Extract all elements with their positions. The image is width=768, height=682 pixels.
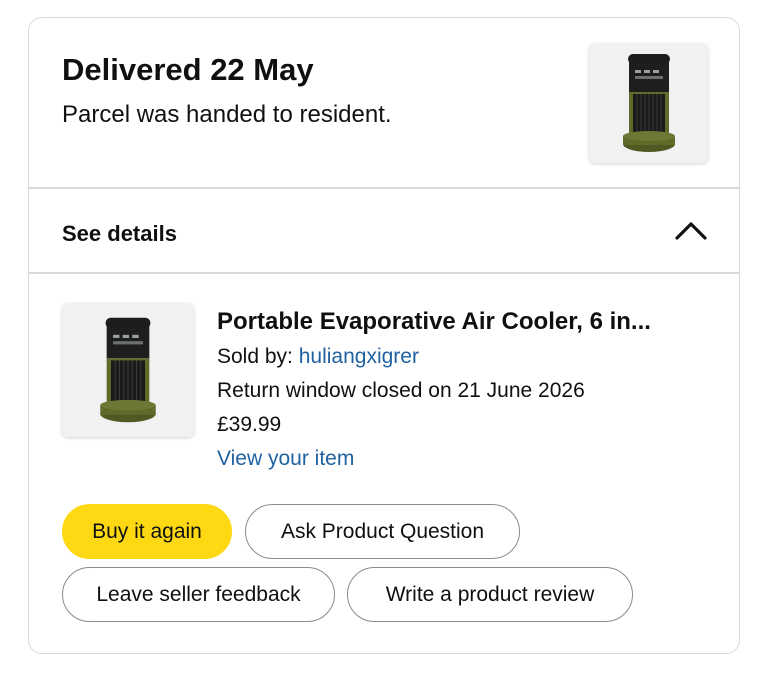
- chevron-up-icon[interactable]: [673, 215, 709, 245]
- delivery-status-detail: Parcel was handed to resident.: [62, 101, 392, 128]
- product-thumbnail[interactable]: [589, 43, 708, 163]
- return-window-text: Return window closed on 21 June 2026: [217, 379, 585, 402]
- see-details-label: See details: [62, 221, 177, 246]
- delivery-status-title: Delivered 22 May: [62, 52, 314, 87]
- view-item-link[interactable]: View your item: [217, 447, 354, 471]
- order-card: Delivered 22 May Parcel was handed to re…: [28, 17, 740, 654]
- leave-seller-feedback-button[interactable]: Leave seller feedback: [62, 567, 335, 622]
- seller-link[interactable]: huliangxigrer: [299, 345, 419, 368]
- air-cooler-product-image: [622, 54, 675, 152]
- air-cooler-product-image: [100, 317, 156, 423]
- ask-product-question-button[interactable]: Ask Product Question: [245, 504, 520, 559]
- sold-by-prefix: Sold by:: [217, 345, 299, 368]
- item-thumbnail[interactable]: [62, 303, 194, 437]
- write-product-review-button[interactable]: Write a product review: [347, 567, 633, 622]
- see-details-toggle[interactable]: See details: [29, 189, 739, 272]
- divider: [29, 272, 739, 274]
- item-price: £39.99: [217, 413, 282, 436]
- sold-by-line: Sold by: huliangxigrer: [217, 345, 419, 369]
- item-title[interactable]: Portable Evaporative Air Cooler, 6 in...: [217, 308, 717, 336]
- delivery-status-section: Delivered 22 May Parcel was handed to re…: [29, 18, 739, 188]
- buy-again-button[interactable]: Buy it again: [62, 504, 232, 559]
